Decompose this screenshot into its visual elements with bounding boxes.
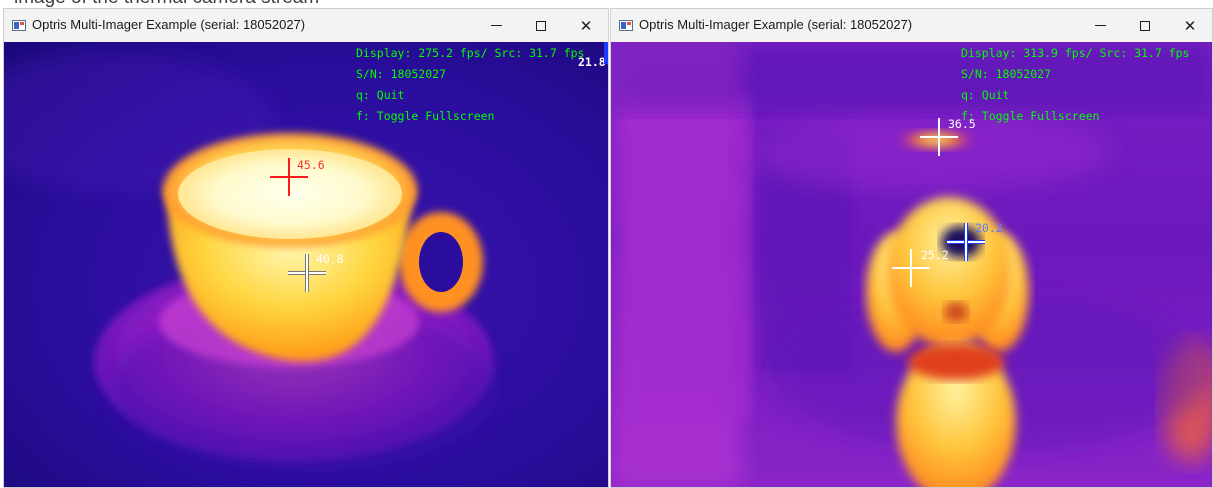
app-icon [12,20,26,31]
thermal-image-dog [611,42,1212,487]
thermal-image-cup [4,42,608,487]
maximize-button[interactable] [1123,9,1167,42]
close-icon: ✕ [579,16,593,35]
maximize-button[interactable] [519,9,563,42]
minimize-icon [1094,25,1106,26]
close-button[interactable]: ✕ [1168,9,1212,42]
close-icon: ✕ [1183,16,1197,35]
title-bar[interactable]: Optris Multi-Imager Example (serial: 180… [611,9,1212,42]
close-button[interactable]: ✕ [564,9,608,42]
window-title: Optris Multi-Imager Example (serial: 180… [32,17,306,32]
title-bar[interactable]: Optris Multi-Imager Example (serial: 180… [4,9,608,42]
minimize-icon [490,25,502,26]
thermal-window-cup[interactable]: Optris Multi-Imager Example (serial: 180… [3,8,609,488]
minimize-button[interactable] [474,9,518,42]
thermal-image-view[interactable]: Display: 275.2 fps/ Src: 31.7 fps S/N: 1… [4,42,608,487]
maximize-icon [1140,20,1150,31]
maximize-icon [536,20,546,31]
window-title: Optris Multi-Imager Example (serial: 180… [639,17,913,32]
minimize-button[interactable] [1078,9,1122,42]
thermal-image-view[interactable]: Display: 313.9 fps/ Src: 31.7 fps S/N: 1… [611,42,1212,487]
app-icon [619,20,633,31]
thermal-window-dog[interactable]: Optris Multi-Imager Example (serial: 180… [610,8,1213,488]
